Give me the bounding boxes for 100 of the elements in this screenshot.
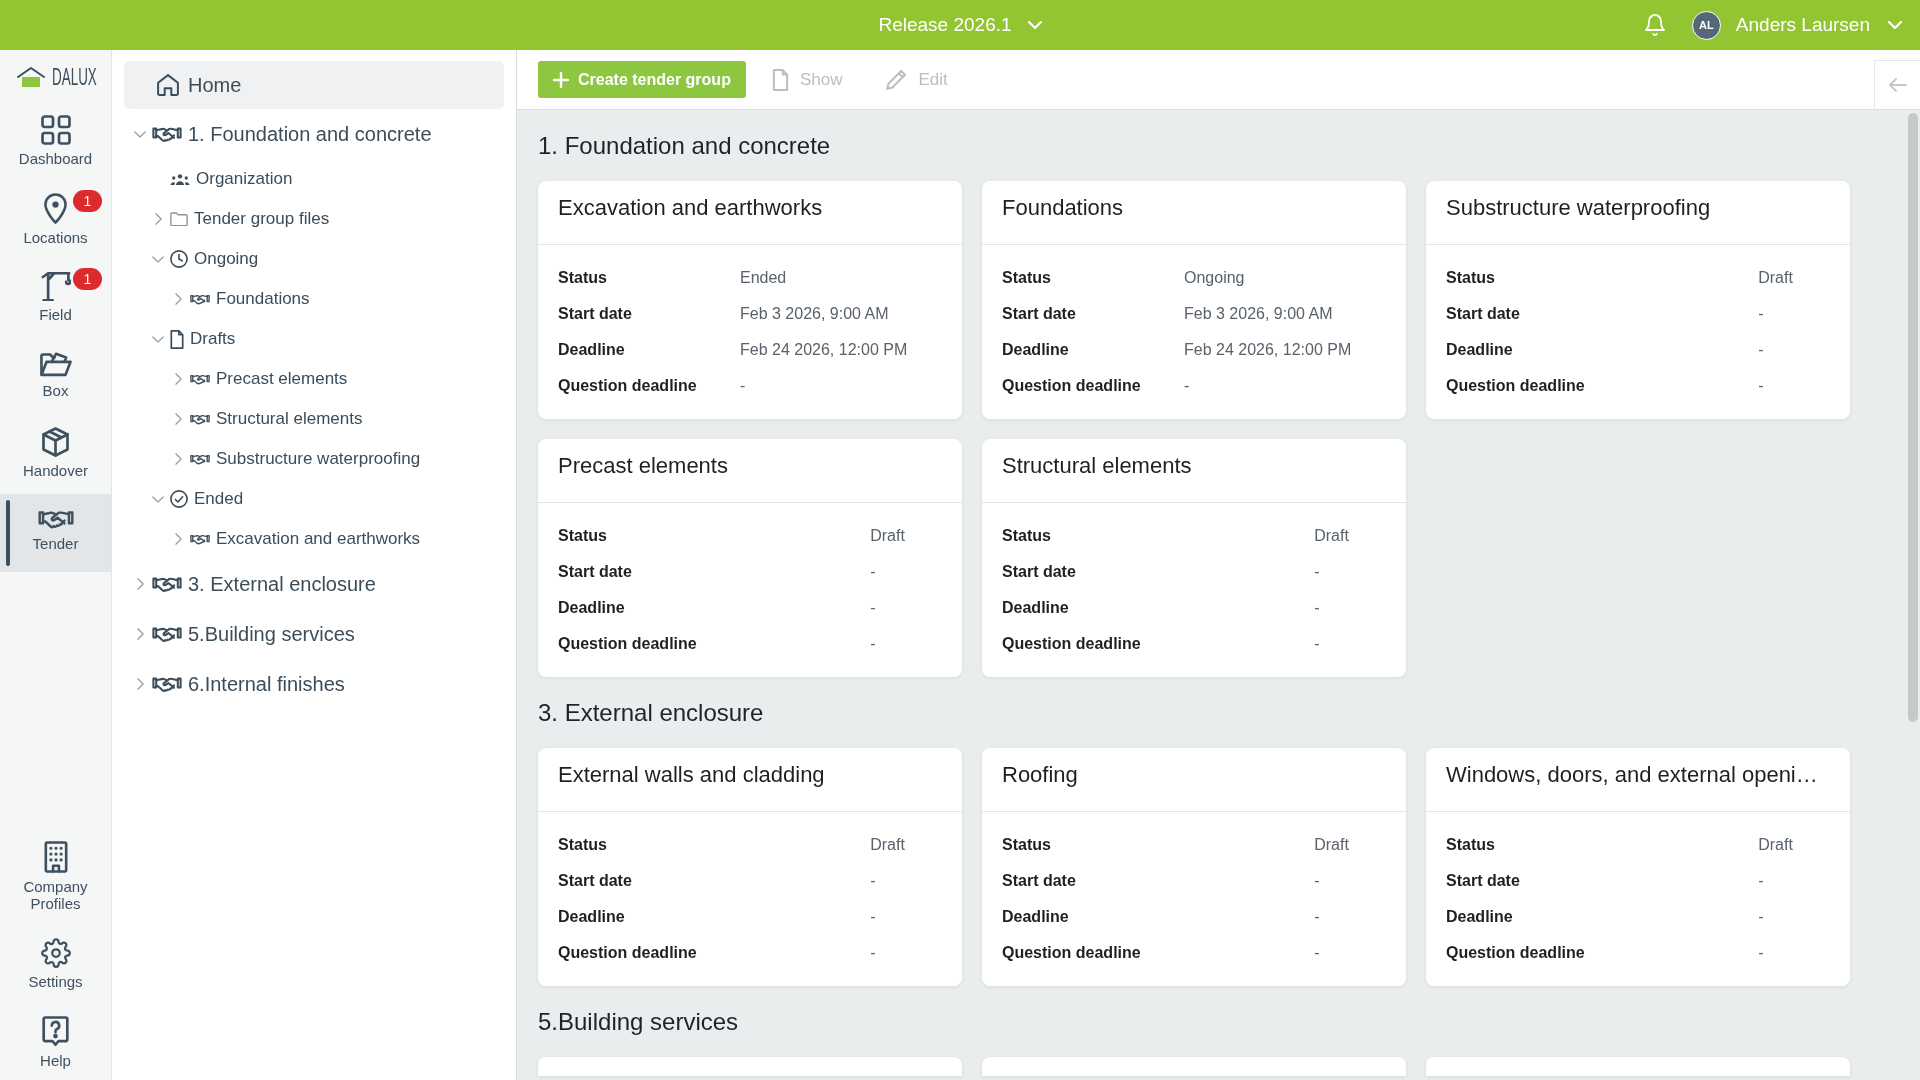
chevron-down-icon[interactable] [152,335,164,343]
chevron-right-icon[interactable] [136,578,144,590]
chevron-down-icon[interactable] [152,495,164,503]
field-label: Question deadline [1002,368,1184,404]
field-value: - [1314,598,1321,618]
clock-icon [170,250,188,268]
field-value: - [1758,340,1765,360]
scrollbar-thumb[interactable] [1907,113,1918,722]
field-value: Draft [1314,835,1350,855]
nav-item[interactable]: Field 1 [0,260,111,338]
field-value: - [870,907,877,927]
tree-item[interactable]: 3. External enclosure [124,559,504,609]
handshake-icon [190,453,210,465]
field-value: - [1314,634,1321,654]
tender-card[interactable]: Precast elements Status Draft Start date - Deadline - Question deadline - [538,439,962,677]
nav-item[interactable]: Dashboard [0,104,111,182]
field-label: Status [1002,260,1184,296]
tree-item[interactable]: 1. Foundation and concrete [124,109,504,159]
card-title: External walls and cladding [558,761,825,789]
pencil-icon [886,69,908,90]
card-title: Windows, doors, and external openi… [1446,761,1818,789]
card-title: Roofing [1002,761,1078,789]
user-avatar: AL [1691,10,1721,40]
field-label: Question deadline [1446,376,1586,396]
nav-item[interactable]: Locations 1 [0,182,111,260]
nav-item[interactable]: Tender [0,494,111,572]
tender-card[interactable]: Excavation and earthworks Status Ended Start date Feb 3 2026, 9:00 AM Deadline Feb 24 2026, 12:00 PM Question deadline - [538,181,962,419]
field-label: Deadline [558,598,626,618]
plus-icon [553,71,569,88]
tree-item[interactable]: Organization [124,159,504,199]
field-value: Draft [870,835,906,855]
document-icon [771,68,789,91]
nav-item[interactable]: Settings [0,924,111,1002]
field-label: Status [1446,835,1496,855]
tree-item[interactable]: Structural elements [124,399,504,439]
home-icon [157,74,179,96]
tender-card[interactable]: Foundations Status Ongoing Start date Feb 3 2026, 9:00 AM Deadline Feb 24 2026, 12:00 PM Question deadline - [982,181,1406,419]
home-item[interactable]: Home [124,61,504,109]
field-label: Status [1002,835,1052,855]
field-value: - [1314,871,1321,891]
tree-item[interactable]: Precast elements [124,359,504,399]
field-label: Question deadline [558,634,698,654]
field-label: Status [1002,526,1052,546]
card-title: Foundations [1002,194,1124,222]
arrow-left-icon [1888,78,1907,92]
bell-icon[interactable] [1644,14,1665,36]
chevron-right-icon[interactable] [174,293,182,305]
card-title: Structural elements [1002,452,1192,480]
tree-item[interactable]: Excavation and earthworks [124,519,504,559]
field-label: Status [558,526,608,546]
chevron-right-icon[interactable] [174,533,182,545]
chevron-right-icon[interactable] [174,373,182,385]
chevron-right-icon[interactable] [154,213,162,225]
field-label: Question deadline [558,368,740,404]
chevron-right-icon[interactable] [174,413,182,425]
field-label: Start date [1002,304,1077,324]
field-value: Feb 3 2026, 9:00 AM [1184,304,1334,324]
field-label: Question deadline [1002,943,1142,963]
tree-item[interactable]: Tender group files [124,199,504,239]
nav-item[interactable]: Company Profiles [0,827,111,924]
chevron-right-icon[interactable] [136,678,144,690]
tender-card[interactable]: Structural elements Status Draft Start date - Deadline - Question deadline - [982,439,1406,677]
settings-icon [40,938,71,968]
field-value: - [1758,871,1765,891]
chevron-down-icon[interactable] [152,255,164,263]
tree-item[interactable]: Substructure waterproofing [124,439,504,479]
tree-item[interactable]: 6.Internal finishes [124,659,504,709]
tender-card[interactable]: External walls and cladding Status Draft Start date - Deadline - Question deadline - [538,748,962,986]
tree-item[interactable]: Foundations [124,279,504,319]
field-label: Start date [1446,304,1521,324]
field-value: - [870,598,877,618]
field-label: Status [558,268,608,288]
field-label: Start date [558,304,633,324]
nav-item[interactable]: Handover [0,416,111,494]
nav-item[interactable]: Help [0,1002,111,1080]
location-pin-icon [44,193,67,224]
tree-item[interactable]: Ongoing [124,239,504,279]
section-title: 5.Building services [538,1007,739,1037]
check-circle-icon [170,490,188,508]
field-label: Status [558,835,608,855]
tree-item[interactable]: Ended [124,479,504,519]
people-icon [170,172,190,186]
tender-card[interactable]: Windows, doors, and external openi… Status Draft Start date - Deadline - Question deadline - [1426,748,1850,986]
field-value: Draft [1314,526,1350,546]
back-button[interactable] [1874,60,1920,109]
field-label: Deadline [558,907,626,927]
tender-card[interactable]: Substructure waterproofing Status Draft Start date - Deadline - Question deadline - [1426,181,1850,419]
section-title: 1. Foundation and concrete [538,131,831,161]
chevron-right-icon[interactable] [136,628,144,640]
field-label: Deadline [1002,598,1070,618]
field-value: - [740,376,747,396]
handshake-icon [37,509,74,530]
chevron-right-icon[interactable] [174,453,182,465]
handshake-icon [190,293,210,305]
nav-item[interactable]: Box [0,338,111,416]
chevron-down-icon[interactable] [134,130,146,138]
tree-item[interactable]: 5.Building services [124,609,504,659]
tree-item[interactable]: Drafts [124,319,504,359]
tender-card[interactable]: Roofing Status Draft Start date - Deadline - Question deadline - [982,748,1406,986]
field-label: Status [1446,268,1496,288]
